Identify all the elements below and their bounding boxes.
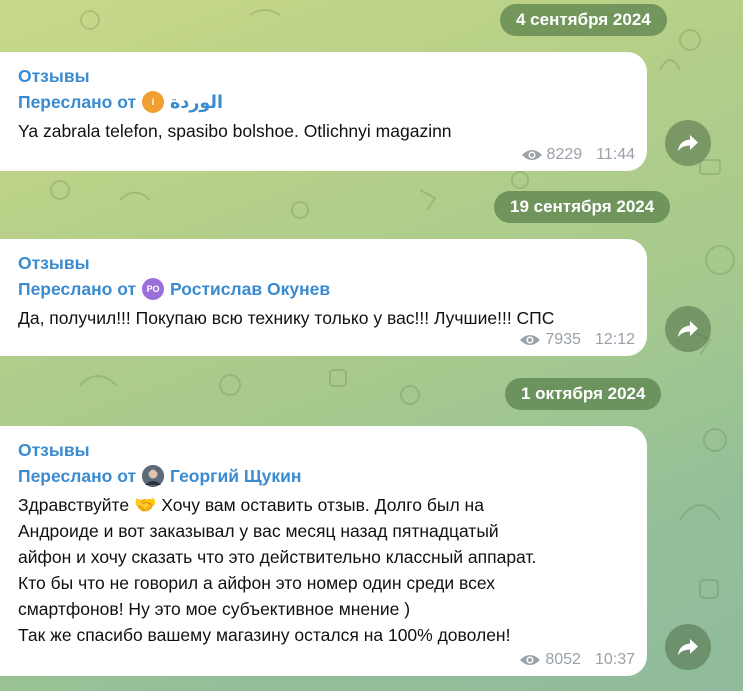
date-separator: 4 сентября 2024 [500,4,667,36]
message-time: 12:12 [594,331,635,348]
forwarded-from[interactable]: Переслано от I الوردة [18,89,635,115]
message-line: Здравствуйте 🤝 Хочу вам оставить отзыв. … [18,492,635,518]
share-arrow-icon [678,321,698,337]
message-line-text: Хочу вам оставить отзыв. Долго был на [161,495,484,515]
forward-author[interactable]: الوردة [170,89,223,115]
eye-icon [520,655,541,665]
eye-icon [520,335,541,345]
message-bubble[interactable]: Отзывы Переслано от РО Ростислав Окунев … [0,239,647,356]
handshake-emoji: 🤝 [133,495,157,515]
channel-name[interactable]: Отзывы [18,64,635,89]
message-text: Ya zabrala telefon, spasibo bolshoe. Otl… [18,121,452,141]
message-bubble[interactable]: Отзывы Переслано от Георгий Щукин Здравс… [0,426,647,676]
forwarded-label: Переслано от [18,466,137,486]
share-arrow-icon [678,639,698,655]
forwarded-from[interactable]: Переслано от РО Ростислав Окунев [18,276,635,302]
forwarded-from[interactable]: Переслано от Георгий Щукин [18,463,635,489]
view-count: 8229 [546,146,583,163]
view-count: 8052 [545,651,581,668]
person-photo-icon [142,465,165,487]
channel-name[interactable]: Отзывы [18,251,635,276]
forwarded-label: Переслано от [18,92,137,112]
message-bubble[interactable]: Отзывы Переслано от I الوردة Ya zabrala … [0,52,647,171]
message-line: Кто бы что не говорил а айфон это номер … [18,573,495,593]
share-button[interactable] [665,306,711,352]
message-meta: 7935 12:12 [519,331,635,349]
message-line: смартфонов! Ну это мое субъективное мнен… [18,599,411,619]
avatar[interactable]: РО [142,278,165,300]
message-text: Здравствуйте 🤝 Хочу вам оставить отзыв. … [18,492,635,648]
forwarded-label: Переслано от [18,279,137,299]
eye-icon [521,150,542,160]
forward-author[interactable]: Ростислав Окунев [170,276,330,302]
message-time: 11:44 [596,146,635,163]
message-meta: 8052 10:37 [519,651,635,669]
share-button[interactable] [665,624,711,670]
share-button[interactable] [665,120,711,166]
message-line: айфон и хочу сказать что это действитель… [18,547,537,567]
forward-author[interactable]: Георгий Щукин [170,463,301,489]
avatar[interactable]: I [142,91,165,113]
message-time: 10:37 [594,651,635,668]
date-separator: 1 октября 2024 [505,378,662,410]
greeting-text: Здравствуйте [18,495,130,515]
share-arrow-icon [678,135,698,151]
message-line: Так же спасибо вашему магазину остался н… [18,625,511,645]
channel-name[interactable]: Отзывы [18,438,635,463]
message-meta: 8229 11:44 [521,146,635,164]
message-text: Да, получил!!! Покупаю всю технику тольк… [18,308,555,328]
date-separator: 19 сентября 2024 [494,191,671,223]
view-count: 7935 [545,331,581,348]
avatar[interactable] [142,465,165,487]
message-line: Андроиде и вот заказывал у вас месяц наз… [18,521,499,541]
